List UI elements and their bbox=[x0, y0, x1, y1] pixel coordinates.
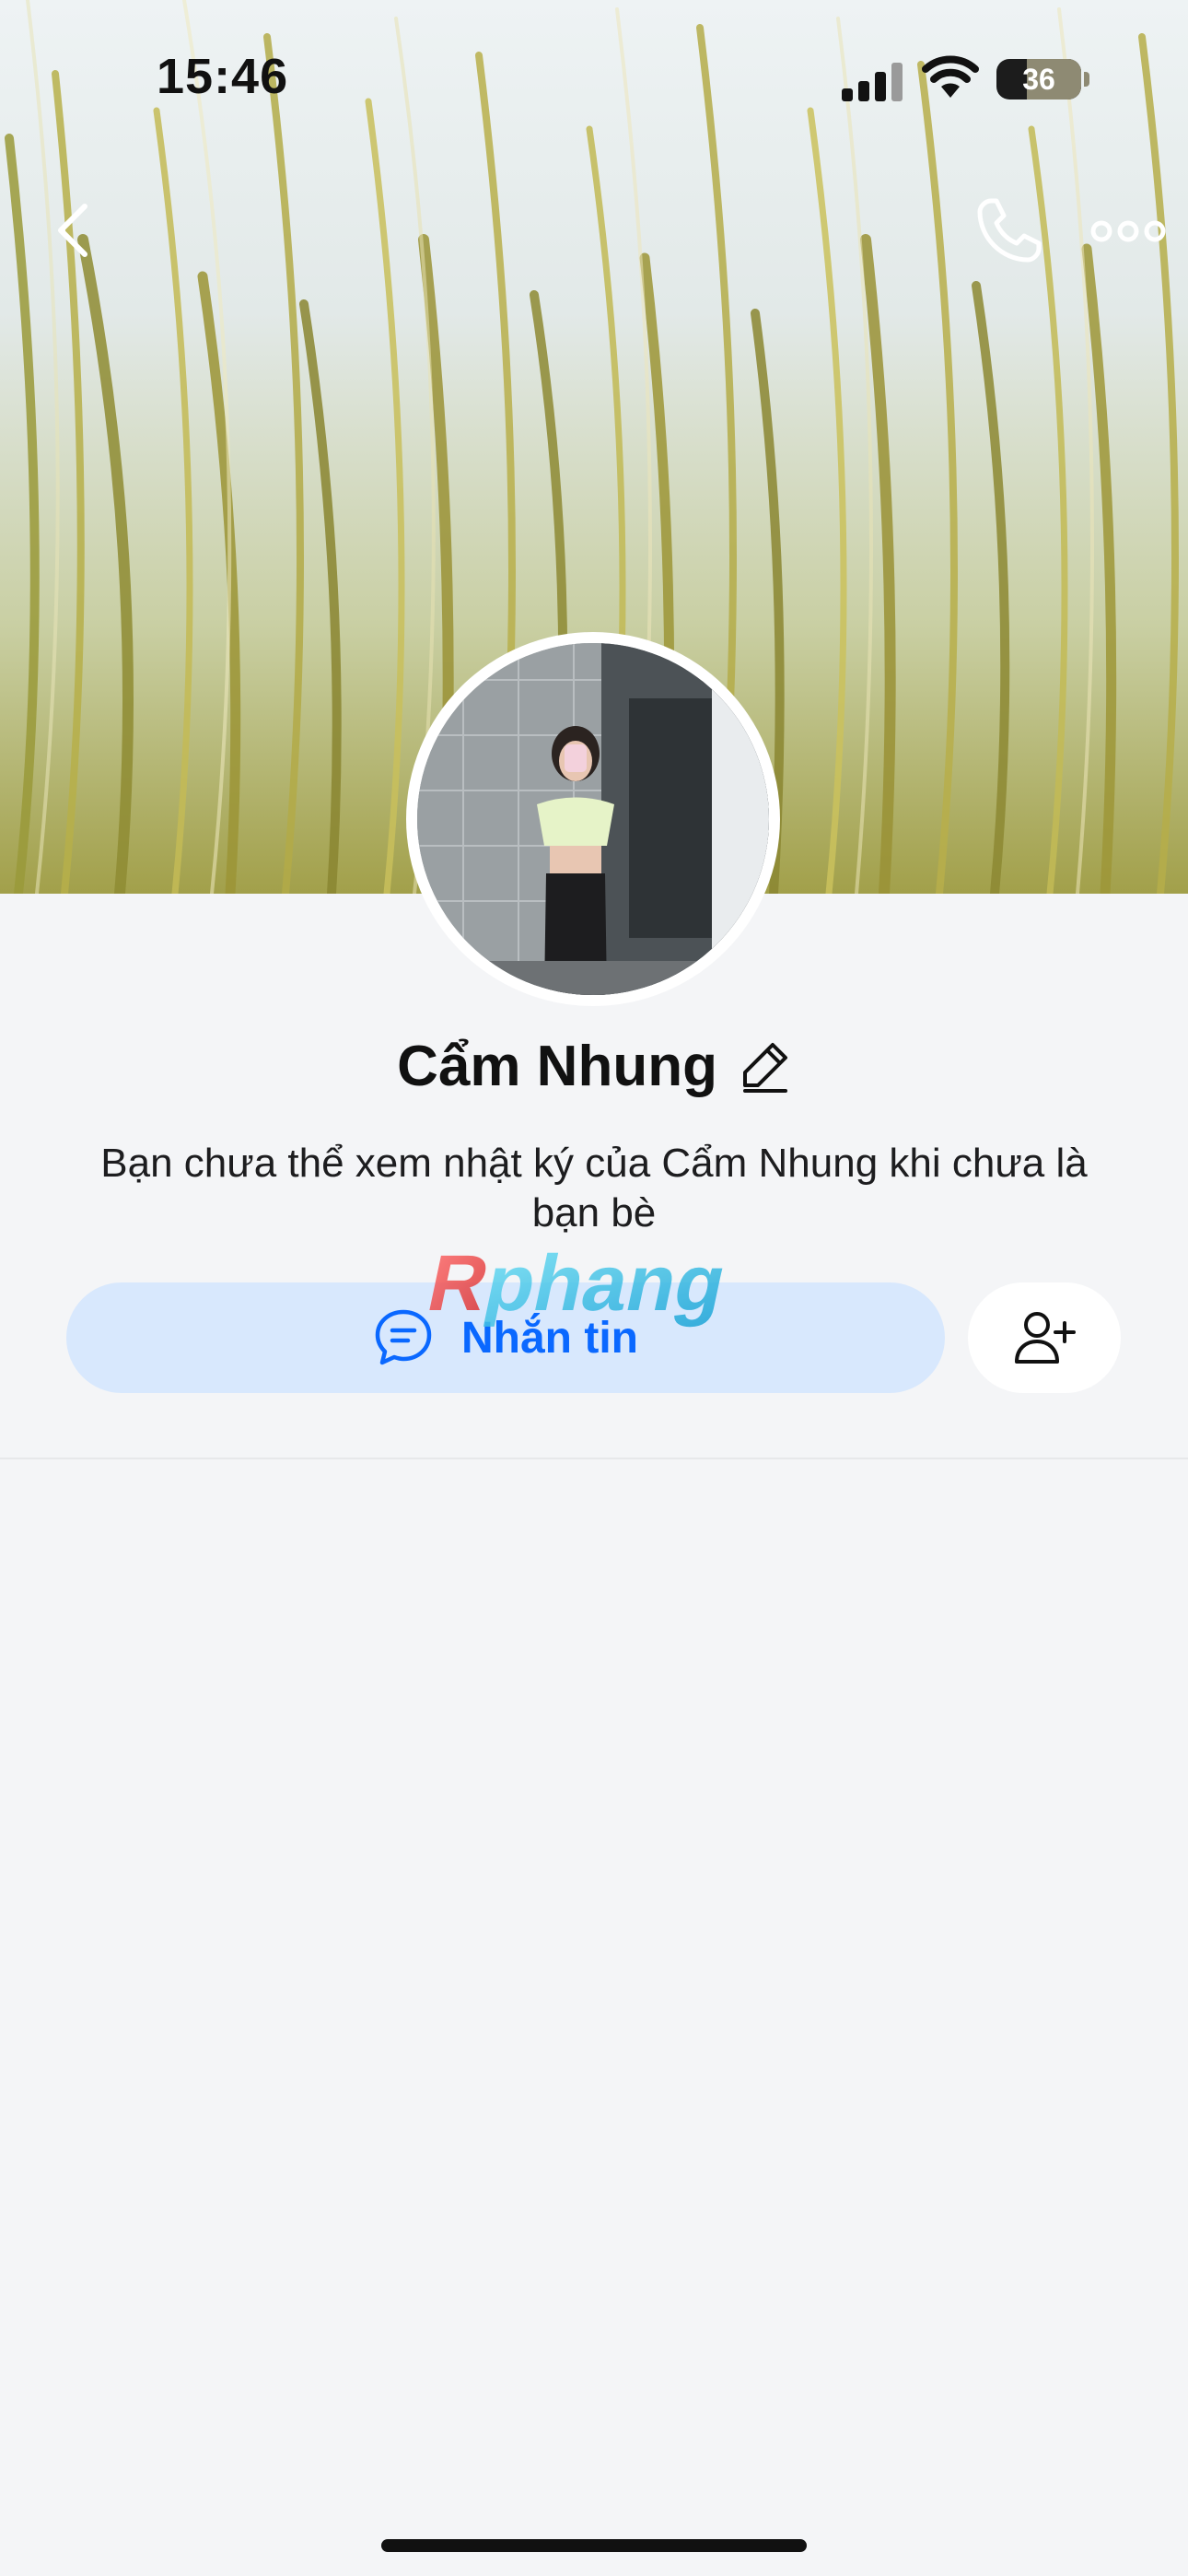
status-time: 15:46 bbox=[157, 49, 289, 104]
pencil-icon[interactable] bbox=[738, 1039, 791, 1093]
battery-indicator: 36 bbox=[996, 59, 1081, 100]
cellular-signal-icon bbox=[842, 63, 903, 101]
watermark-logo: R phang bbox=[421, 1239, 734, 1328]
status-bar: 15:46 36 bbox=[0, 0, 1188, 157]
wifi-icon bbox=[922, 55, 979, 98]
chevron-left-icon[interactable] bbox=[37, 193, 111, 267]
home-indicator[interactable] bbox=[381, 2539, 807, 2552]
more-horizontal-icon[interactable] bbox=[1087, 190, 1170, 273]
profile-name: Cẩm Nhung bbox=[397, 1034, 717, 1098]
add-user-icon bbox=[1015, 1312, 1076, 1364]
battery-level: 36 bbox=[1022, 63, 1055, 96]
phone-icon[interactable] bbox=[967, 190, 1050, 273]
section-divider bbox=[0, 1458, 1188, 1459]
add-friend-button[interactable] bbox=[968, 1282, 1121, 1393]
profile-name-row: Cẩm Nhung bbox=[0, 1025, 1188, 1107]
svg-text:phang: phang bbox=[478, 1239, 734, 1328]
diary-restriction-notice: Bạn chưa thể xem nhật ký của Cẩm Nhung k… bbox=[100, 1141, 1088, 1235]
battery-cap bbox=[1084, 72, 1089, 87]
avatar[interactable] bbox=[406, 632, 780, 1006]
